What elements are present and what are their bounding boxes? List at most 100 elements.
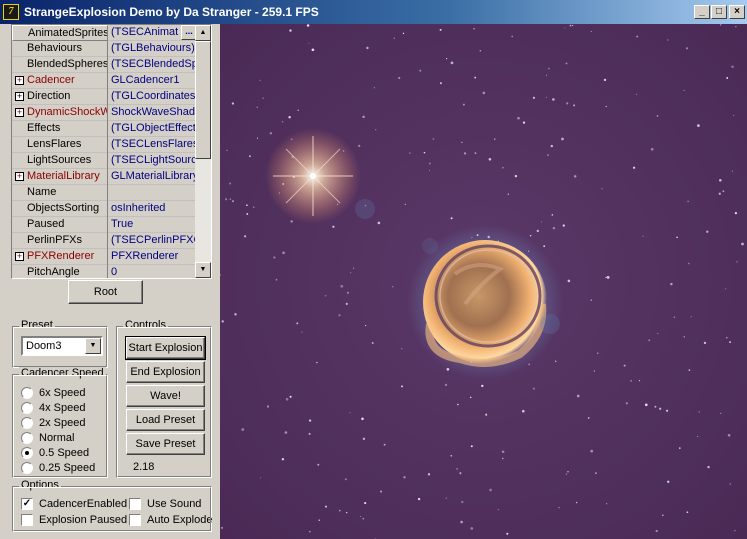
property-value[interactable]: (TSECLightSource bbox=[109, 153, 197, 169]
wave-button[interactable]: Wave! bbox=[126, 385, 205, 407]
property-value[interactable]: (TSECBlendedSph bbox=[109, 57, 197, 73]
property-name: LensFlares bbox=[12, 137, 108, 153]
radio-button[interactable] bbox=[21, 417, 33, 429]
property-name: BlendedSpheres bbox=[12, 57, 108, 73]
expand-icon[interactable]: + bbox=[15, 252, 24, 261]
property-value[interactable]: (TGLCoordinates3 bbox=[109, 89, 197, 105]
star bbox=[439, 28, 442, 31]
options-group-title: Options bbox=[19, 479, 61, 491]
property-value[interactable] bbox=[109, 185, 197, 201]
checkbox-box[interactable] bbox=[21, 514, 33, 526]
star bbox=[308, 530, 311, 533]
star bbox=[564, 27, 566, 29]
radio-button[interactable] bbox=[21, 387, 33, 399]
property-value[interactable]: osInherited bbox=[109, 201, 197, 217]
radio-button[interactable] bbox=[21, 447, 33, 459]
expand-icon[interactable]: + bbox=[15, 76, 24, 85]
inspector-row[interactable]: Behaviours (TGLBehaviours) bbox=[12, 41, 196, 57]
property-value[interactable]: PFXRenderer bbox=[109, 249, 197, 265]
checkbox-box[interactable]: ✓ bbox=[21, 498, 33, 510]
minimize-button[interactable]: _ bbox=[694, 5, 710, 19]
property-value[interactable]: (TGLBehaviours) bbox=[109, 41, 197, 57]
radio-button[interactable] bbox=[21, 462, 33, 474]
star bbox=[404, 203, 406, 205]
inspector-row[interactable]: AnimatedSprites (TSECAnimat... bbox=[12, 25, 197, 41]
star bbox=[736, 261, 738, 263]
close-button[interactable]: × bbox=[729, 5, 745, 19]
star bbox=[555, 360, 557, 362]
radio-button[interactable] bbox=[21, 432, 33, 444]
inspector-row[interactable]: Effects (TGLObjectEffects bbox=[12, 121, 197, 137]
property-value[interactable]: GLCadencer1 bbox=[109, 73, 197, 89]
property-name: + MaterialLibrary bbox=[12, 169, 108, 185]
save-preset-button[interactable]: Save Preset bbox=[126, 433, 205, 455]
inspector-row[interactable]: PitchAngle 0 bbox=[12, 265, 197, 278]
star bbox=[432, 138, 435, 140]
property-value[interactable]: (TSECLensFlares) bbox=[109, 137, 197, 153]
property-value[interactable]: (TSECAnimat... bbox=[109, 25, 197, 41]
maximize-button[interactable]: □ bbox=[711, 5, 727, 19]
inspector-row[interactable]: LightSources (TSECLightSource bbox=[12, 153, 197, 169]
checkbox-box[interactable] bbox=[129, 514, 141, 526]
scroll-thumb[interactable] bbox=[195, 41, 211, 159]
star bbox=[541, 221, 543, 223]
inspector-row[interactable]: LensFlares (TSECLensFlares) bbox=[12, 137, 197, 153]
property-value[interactable]: 0 bbox=[109, 265, 197, 278]
inspector-row[interactable]: + DynamicShockW ShockWaveShad bbox=[12, 105, 196, 121]
star bbox=[735, 26, 737, 28]
load-preset-button[interactable]: Load Preset bbox=[126, 409, 205, 431]
star bbox=[547, 154, 549, 157]
star bbox=[683, 89, 685, 92]
inspector-row[interactable]: + PFXRenderer PFXRenderer bbox=[12, 249, 196, 265]
star bbox=[346, 291, 349, 294]
inspector-row[interactable]: ObjectsSorting osInherited bbox=[12, 201, 196, 217]
inspector-row[interactable]: Name bbox=[12, 185, 196, 201]
star bbox=[340, 284, 344, 288]
end-explosion-button[interactable]: End Explosion bbox=[126, 361, 205, 383]
star bbox=[648, 339, 651, 342]
inspector-row[interactable]: + Cadencer GLCadencer1 bbox=[12, 73, 196, 89]
inspector-row[interactable]: + MaterialLibrary GLMaterialLibrary1 bbox=[12, 169, 197, 185]
star bbox=[306, 24, 310, 27]
star bbox=[474, 76, 477, 79]
radio-button[interactable] bbox=[21, 402, 33, 414]
star bbox=[439, 82, 442, 85]
property-value-text: (TGLBehaviours) bbox=[111, 42, 195, 54]
inspector-row[interactable]: + Direction (TGLCoordinates3 bbox=[12, 89, 197, 105]
property-value[interactable]: True bbox=[109, 217, 197, 233]
property-value[interactable]: ShockWaveShad bbox=[109, 105, 197, 121]
star bbox=[676, 236, 678, 239]
star bbox=[605, 276, 607, 279]
root-button[interactable]: Root bbox=[68, 280, 143, 304]
inspector-row[interactable]: Paused True bbox=[12, 217, 196, 233]
star bbox=[734, 211, 738, 215]
preset-select[interactable]: Doom3 ▼ bbox=[21, 336, 103, 356]
expand-icon[interactable]: + bbox=[15, 108, 24, 117]
property-value[interactable]: (TSECPerlinPFXC bbox=[109, 233, 197, 249]
star bbox=[428, 162, 431, 165]
scroll-down-icon[interactable]: ▼ bbox=[195, 262, 211, 278]
star bbox=[297, 109, 299, 111]
star bbox=[489, 488, 492, 492]
star bbox=[349, 412, 351, 414]
property-value[interactable]: GLMaterialLibrary1 bbox=[109, 169, 197, 185]
preset-group-title: Preset bbox=[19, 319, 55, 331]
start-explosion-button[interactable]: Start Explosion bbox=[125, 336, 206, 360]
checkbox-box[interactable] bbox=[129, 498, 141, 510]
star bbox=[377, 221, 381, 225]
expand-icon[interactable]: + bbox=[15, 172, 24, 181]
expand-icon[interactable]: + bbox=[15, 92, 24, 101]
star bbox=[506, 532, 509, 535]
property-name-text: AnimatedSprites bbox=[28, 27, 108, 39]
speed-radio-label: 4x Speed bbox=[39, 402, 86, 414]
star bbox=[625, 402, 629, 405]
star bbox=[450, 454, 453, 457]
star bbox=[734, 529, 736, 532]
scroll-up-icon[interactable]: ▲ bbox=[195, 25, 211, 41]
chevron-down-icon[interactable]: ▼ bbox=[85, 338, 101, 354]
inspector-row[interactable]: BlendedSpheres (TSECBlendedSph bbox=[12, 57, 197, 73]
property-value[interactable]: (TGLObjectEffects bbox=[109, 121, 197, 137]
inspector-scrollbar[interactable]: ▲ ▼ bbox=[195, 25, 211, 278]
inspector-row[interactable]: PerlinPFXs (TSECPerlinPFXC bbox=[12, 233, 197, 249]
scene-viewport[interactable] bbox=[220, 24, 747, 539]
